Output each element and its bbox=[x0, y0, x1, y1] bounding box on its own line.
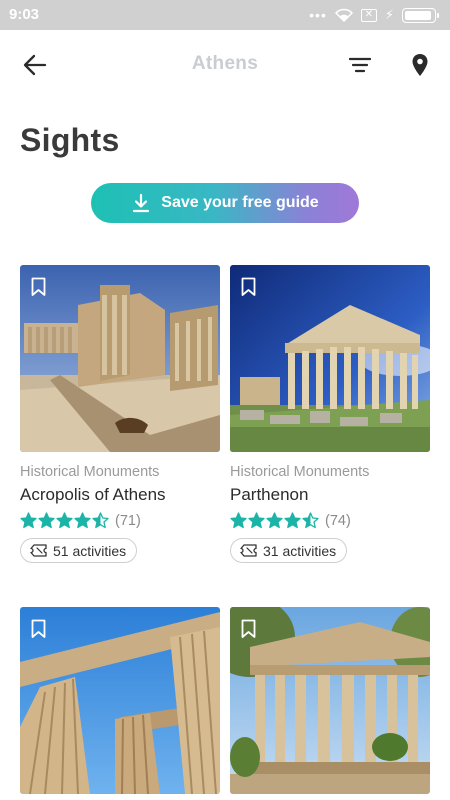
status-icons: ••• ✕ ⚡ bbox=[309, 7, 439, 23]
ticket-icon bbox=[30, 544, 47, 557]
bookmark-icon[interactable] bbox=[31, 619, 46, 639]
columns-photo bbox=[20, 607, 220, 794]
sight-card-parthenon[interactable]: Historical Monuments Parthenon (74) 31 a… bbox=[230, 265, 430, 563]
sight-card-acropolis[interactable]: Historical Monuments Acropolis of Athens… bbox=[20, 265, 220, 563]
sight-card-4[interactable] bbox=[230, 607, 430, 794]
activities-chip[interactable]: 31 activities bbox=[230, 538, 348, 563]
sight-image[interactable] bbox=[230, 607, 430, 794]
status-bar: 9:03 ••• ✕ ⚡ bbox=[0, 0, 450, 30]
review-count: (74) bbox=[325, 512, 351, 529]
map-pin-icon bbox=[412, 54, 428, 76]
charging-icon: ⚡ bbox=[384, 7, 394, 22]
star-full-icon bbox=[74, 512, 91, 529]
sim-x-icon: ✕ bbox=[360, 8, 377, 22]
status-time: 9:03 bbox=[9, 6, 40, 23]
review-count: (71) bbox=[115, 512, 141, 529]
rating: (71) bbox=[20, 512, 220, 529]
battery-fill bbox=[405, 10, 432, 20]
download-icon bbox=[133, 193, 150, 213]
wifi-icon bbox=[334, 8, 353, 22]
star-full-icon bbox=[38, 512, 55, 529]
bookmark-icon[interactable] bbox=[241, 277, 256, 297]
save-guide-button[interactable]: Save your free guide bbox=[91, 183, 359, 223]
app-header: Athens bbox=[0, 30, 450, 100]
sight-image[interactable] bbox=[20, 265, 220, 452]
acropolis-photo bbox=[20, 265, 220, 452]
sight-image[interactable] bbox=[230, 265, 430, 452]
star-rating bbox=[230, 512, 319, 529]
rating: (74) bbox=[230, 512, 430, 529]
map-button[interactable] bbox=[405, 50, 435, 80]
filter-icon bbox=[349, 57, 371, 73]
card-title: Acropolis of Athens bbox=[20, 485, 166, 504]
star-full-icon bbox=[20, 512, 37, 529]
star-full-icon bbox=[248, 512, 265, 529]
activities-chip[interactable]: 51 activities bbox=[20, 538, 138, 563]
header-title: Athens bbox=[191, 53, 259, 74]
sight-image[interactable] bbox=[20, 607, 220, 794]
ticket-icon bbox=[240, 544, 257, 557]
parthenon-photo bbox=[230, 265, 430, 452]
star-rating bbox=[20, 512, 109, 529]
temple-photo bbox=[230, 607, 430, 794]
filter-button[interactable] bbox=[345, 52, 375, 78]
card-category: Historical Monuments bbox=[230, 464, 370, 480]
star-full-icon bbox=[266, 512, 283, 529]
star-half-icon bbox=[302, 512, 319, 529]
save-guide-label: Save your free guide bbox=[161, 194, 319, 211]
star-half-icon bbox=[92, 512, 109, 529]
battery-icon bbox=[402, 7, 439, 23]
activities-count: 51 activities bbox=[53, 542, 127, 559]
sight-card-3[interactable] bbox=[20, 607, 220, 794]
card-category: Historical Monuments bbox=[20, 464, 160, 480]
activities-count: 31 activities bbox=[263, 542, 337, 559]
star-full-icon bbox=[230, 512, 247, 529]
bookmark-icon[interactable] bbox=[31, 277, 46, 297]
star-full-icon bbox=[284, 512, 301, 529]
star-full-icon bbox=[56, 512, 73, 529]
card-title: Parthenon bbox=[230, 485, 309, 504]
page-title: Sights bbox=[20, 122, 120, 158]
notification-dots: ••• bbox=[309, 7, 327, 23]
bookmark-icon[interactable] bbox=[241, 619, 256, 639]
